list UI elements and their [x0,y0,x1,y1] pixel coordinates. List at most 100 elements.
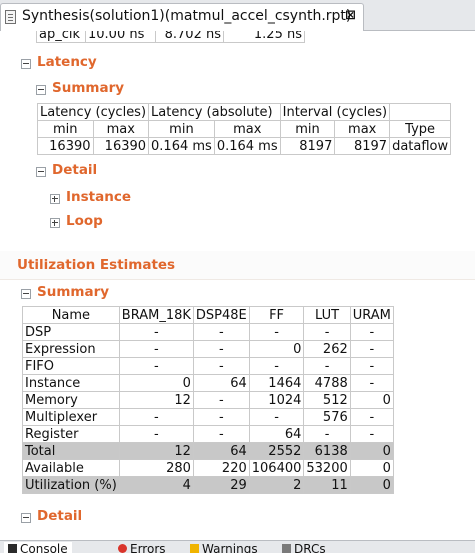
latency-cell: dataflow [389,137,452,155]
latency-cell: 0.164 ms [213,137,281,155]
table-row: Memory 12 - 1024 512 0 [22,391,394,409]
tab-drcs-label: DRCs [294,542,326,553]
latency-col-min: min [279,120,336,138]
util-cell: Memory [22,391,120,409]
tab-drcs[interactable]: DRCs [282,542,326,553]
table-row: Name BRAM_18K DSP48E FF LUT URAM [22,306,394,324]
util-cell: Total [22,442,120,460]
util-cell: - [192,391,250,409]
util-cell: Expression [22,340,120,358]
loop-title: Loop [66,213,103,229]
close-icon[interactable]: ⊠ [345,8,356,23]
collapse-icon[interactable] [36,85,46,95]
tab-errors[interactable]: Errors [118,542,166,553]
util-cell: - [248,408,305,426]
table-row: Multiplexer - - - 576 - [22,408,394,426]
util-cell: FIFO [22,357,120,375]
util-cell: 53200 [303,459,351,477]
latency-cell: 8197 [334,137,391,155]
latency-col-max: max [213,120,281,138]
util-col-bram: BRAM_18K [118,306,194,324]
instance-title: Instance [66,189,132,205]
util-cell: 11 [303,476,351,494]
util-cell: 0 [349,391,394,409]
timing-clock: ap_clk [36,31,86,43]
latency-col-max: max [334,120,391,138]
latency-cell: 0.164 ms [148,137,215,155]
latency-col-max: max [92,120,150,138]
util-cell: 1024 [248,391,305,409]
util-cell: - [192,340,250,358]
latency-header-interval: Interval (cycles) [279,103,391,121]
util-cell: - [118,425,194,443]
utilization-detail-title: Detail [37,508,83,524]
editor-tab-bar: Synthesis(solution1)(matmul_accel_csynth… [0,0,475,31]
util-cell: 64 [192,442,250,460]
util-cell: 29 [192,476,250,494]
latency-col-min: min [148,120,215,138]
util-cell: 12 [118,391,194,409]
table-row: Total 12 64 2552 6138 0 [22,442,394,460]
expand-icon[interactable] [50,194,60,204]
tab-console-label: Console [20,542,68,553]
util-cell: 220 [192,459,250,477]
table-row: FIFO - - - - - [22,357,394,375]
tab-warnings[interactable]: Warnings [190,542,258,553]
tab-console[interactable]: Console [4,542,72,553]
util-cell: 4 [118,476,194,494]
timing-target: 10.00 ns [85,31,156,43]
util-cell: - [192,323,250,341]
latency-header-absolute: Latency (absolute) [148,103,281,121]
util-cell: 6138 [303,442,351,460]
util-cell: - [349,340,394,358]
util-cell: 1464 [248,374,305,392]
util-cell: 0 [349,476,394,494]
util-cell: - [349,323,394,341]
util-cell: - [192,357,250,375]
expand-icon[interactable] [50,218,60,228]
collapse-icon[interactable] [36,167,46,177]
table-row: Instance 0 64 1464 4788 - [22,374,394,392]
util-cell: 0 [248,340,305,358]
table-row: 16390 16390 0.164 ms 0.164 ms 8197 8197 … [37,137,452,155]
tab-errors-label: Errors [130,542,166,553]
table-row: Latency (cycles) Latency (absolute) Inte… [36,103,452,121]
latency-cell: 8197 [279,137,336,155]
table-row: Expression - - 0 262 - [22,340,394,358]
util-cell: - [349,374,394,392]
utilization-section-header: Utilization Estimates [0,251,475,280]
table-row: Utilization (%) 4 29 2 11 0 [22,476,394,494]
latency-title: Latency [37,54,97,70]
timing-uncertainty: 1.25 ns [223,31,305,43]
util-cell: 106400 [248,459,305,477]
util-cell: 576 [303,408,351,426]
latency-summary-title: Summary [52,80,125,96]
util-cell: - [349,357,394,375]
collapse-icon[interactable] [21,513,31,523]
util-cell: - [303,357,351,375]
util-cell: 0 [349,459,394,477]
util-cell: - [303,425,351,443]
collapse-icon[interactable] [21,59,31,69]
latency-detail-title: Detail [52,162,98,178]
util-col-dsp: DSP48E [192,306,250,324]
util-cell: - [192,425,250,443]
util-col-lut: LUT [303,306,351,324]
util-col-name: Name [22,306,120,324]
timing-table: ap_clk 10.00 ns 8.702 ns 1.25 ns [36,31,305,43]
util-cell: - [192,408,250,426]
report-file-icon [5,10,16,24]
utilization-summary-title: Summary [37,284,110,300]
util-cell: Instance [22,374,120,392]
util-cell: - [303,323,351,341]
util-cell: 512 [303,391,351,409]
collapse-icon[interactable] [21,289,31,299]
util-cell: 4788 [303,374,351,392]
util-cell: - [118,357,194,375]
editor-tab-report[interactable]: Synthesis(solution1)(matmul_accel_csynth… [0,3,364,31]
table-row: min max min max min max Type [37,120,452,138]
util-cell: - [118,323,194,341]
util-cell: Multiplexer [22,408,120,426]
latency-table: Latency (cycles) Latency (absolute) Inte… [36,103,452,155]
table-row: DSP - - - - - [22,323,394,341]
